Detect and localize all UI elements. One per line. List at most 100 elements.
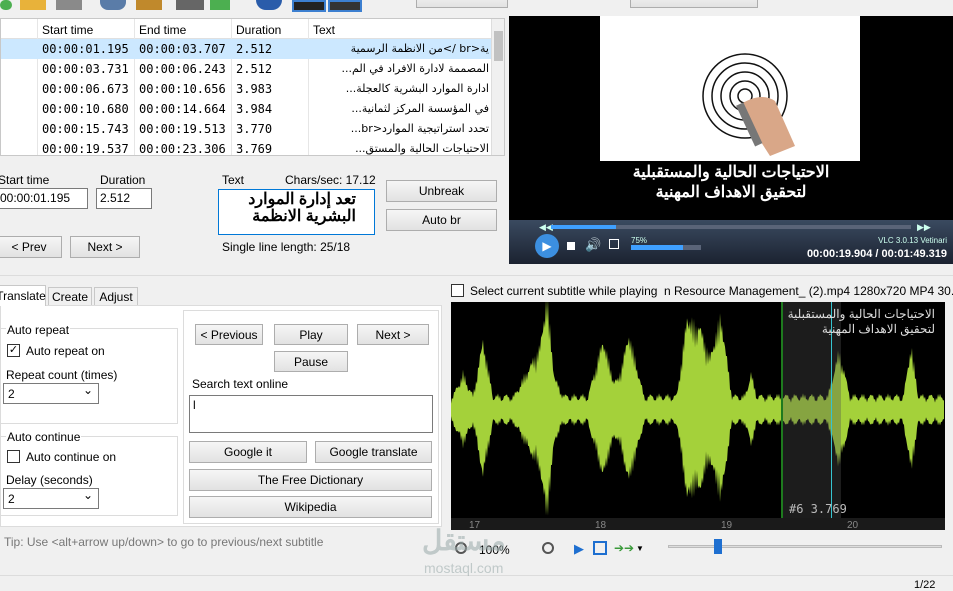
video-toggle-icon[interactable] [328, 0, 362, 12]
save-icon[interactable] [56, 0, 82, 10]
cell-start: 00:00:01.195 [42, 42, 129, 56]
table-row[interactable]: 00:00:01.195 00:00:03.707 2.512 ية<br />من … [1, 39, 491, 59]
header-duration[interactable]: Duration [236, 23, 281, 37]
unbreak-button[interactable]: Unbreak [386, 180, 497, 202]
subtitle-start-line[interactable] [781, 302, 783, 518]
tab-translate[interactable]: Translate [0, 285, 46, 306]
next-button[interactable]: Next > [70, 236, 140, 258]
slider-thumb[interactable] [714, 539, 722, 554]
ruler-20: 20 [847, 520, 859, 530]
select-current-label[interactable]: Select current subtitle while playing [470, 284, 657, 298]
fullscreen-icon[interactable] [609, 239, 619, 249]
forward-icon[interactable]: ▶▶ [917, 222, 931, 233]
forward-arrows-icon[interactable]: ➔➔ [614, 541, 634, 555]
translate-panel: Auto repeat ✓ Auto repeat on Repeat coun… [0, 305, 442, 527]
help-icon[interactable] [256, 0, 282, 10]
volume-icon[interactable]: 🔊 [585, 237, 601, 253]
tip-text: Tip: Use <alt+arrow up/down> to go to pr… [4, 535, 324, 549]
top-button-right[interactable] [630, 0, 758, 8]
search-online-label: Search text online [192, 377, 289, 391]
watermark-en: mostaql.com [424, 560, 504, 576]
video-caption-line-2: لتحقيق الاهداف المهنية [655, 184, 807, 201]
repeat-count-label: Repeat count (times) [6, 368, 118, 382]
table-row[interactable]: 00:00:19.537 00:00:23.306 3.769 الاحتياجات … [1, 139, 491, 156]
google-translate-button[interactable]: Google translate [315, 441, 432, 463]
previous-button[interactable]: < Previous [195, 324, 263, 345]
ruler-19: 19 [721, 520, 733, 530]
waveform-toggle-icon[interactable] [292, 0, 326, 12]
waveform[interactable]: الاحتياجات الحالية والمستقبلية لتحقيق ال… [451, 302, 945, 530]
tab-adjust[interactable]: Adjust [94, 287, 138, 306]
auto-continue-checkbox[interactable] [7, 450, 20, 463]
search-text-input[interactable]: l [189, 395, 433, 433]
video-controls: ◀◀ ▶▶ ▶ 🔊 75% VLC 3.0.13 Vetinari 00:00:… [509, 220, 953, 264]
start-time-field[interactable]: 00:00:01.195 [0, 188, 88, 209]
editor-panel: Start time 00:00:01.195 Duration 2.512 T… [0, 162, 507, 262]
text-label: Text [222, 173, 245, 187]
volume-slider[interactable] [631, 245, 701, 250]
subtitle-grid[interactable]: Start time End time Duration Text 00:00:… [0, 18, 505, 156]
video-player[interactable]: الاحتياجات الحالية والمستقبلية لتحقيق ال… [509, 16, 953, 264]
watermark-logo: مستقل mostaql.com [420, 524, 540, 578]
google-it-button[interactable]: Google it [189, 441, 307, 463]
tab-create[interactable]: Create [48, 287, 92, 306]
header-text[interactable]: Text [313, 23, 335, 37]
cell-start: 00:00:10.680 [42, 102, 129, 116]
table-row[interactable]: 00:00:15.743 00:00:19.513 3.770 تحدد استرات… [1, 119, 491, 139]
grid-icon[interactable] [593, 541, 607, 555]
stop-icon[interactable] [567, 242, 575, 250]
cell-text: ية<br />من الانظمة الرسمية [350, 42, 489, 55]
find-icon[interactable] [100, 0, 126, 10]
cell-text: تحدد استراتيجية الموارد<br... [350, 122, 489, 135]
chars-per-sec: Chars/sec: 17.12 [285, 173, 376, 187]
volume-level: 75% [631, 236, 648, 245]
auto-continue-on-label[interactable]: Auto continue on [26, 450, 116, 464]
delay-select[interactable]: 2 [3, 488, 99, 509]
properties-icon[interactable] [176, 0, 204, 10]
prev-button[interactable]: < Prev [0, 236, 62, 258]
cell-start: 00:00:19.537 [42, 142, 129, 156]
grid-header: Start time End time Duration Text [1, 19, 491, 39]
cell-end: 00:00:19.513 [139, 122, 226, 136]
subtitle-marker: #6 3.769 [789, 502, 847, 516]
duration-field[interactable]: 2.512 [96, 188, 152, 209]
auto-repeat-checkbox[interactable]: ✓ [7, 344, 20, 357]
replace-icon[interactable] [136, 0, 162, 10]
open-icon[interactable] [20, 0, 46, 10]
video-time: 00:00:19.904 / 00:01:49.319 [806, 248, 947, 260]
seek-bar[interactable] [551, 225, 911, 229]
table-row[interactable]: 00:00:03.731 00:00:06.243 2.512 المصممة لاد… [1, 59, 491, 79]
next-sub-button[interactable]: Next > [357, 324, 429, 345]
free-dictionary-button[interactable]: The Free Dictionary [189, 469, 432, 491]
pause-button[interactable]: Pause [274, 351, 348, 372]
wikipedia-button[interactable]: Wikipedia [189, 496, 432, 518]
header-end[interactable]: End time [139, 23, 186, 37]
auto-repeat-on-label[interactable]: Auto repeat on [26, 344, 105, 358]
cell-start: 00:00:15.743 [42, 122, 129, 136]
play-button[interactable]: Play [274, 324, 348, 345]
cell-start: 00:00:06.673 [42, 82, 129, 96]
cell-duration: 2.512 [236, 42, 273, 56]
position-slider[interactable] [668, 539, 942, 554]
header-start[interactable]: Start time [42, 23, 93, 37]
top-dropdown[interactable] [416, 0, 508, 8]
cell-end: 00:00:03.707 [139, 42, 226, 56]
cell-duration: 3.769 [236, 142, 273, 156]
repeat-count-select[interactable]: 2 [3, 383, 99, 404]
grid-scrollbar[interactable] [491, 19, 504, 155]
play-wave-icon[interactable]: ▶ [574, 541, 584, 557]
select-current-checkbox[interactable] [451, 284, 464, 297]
spell-check-icon[interactable] [210, 0, 230, 10]
cell-end: 00:00:23.306 [139, 142, 226, 156]
watermark-ar: مستقل [422, 525, 506, 556]
dropdown-arrow-icon[interactable]: ▼ [636, 544, 644, 553]
new-icon[interactable] [0, 0, 12, 10]
zoom-in-icon[interactable] [542, 542, 554, 554]
table-row[interactable]: 00:00:10.680 00:00:14.664 3.984 في المؤسسة … [1, 99, 491, 119]
duration-label: Duration [100, 173, 146, 187]
cell-end: 00:00:14.664 [139, 102, 226, 116]
auto-br-button[interactable]: Auto br [386, 209, 497, 231]
table-row[interactable]: 00:00:06.673 00:00:10.656 3.983 ادارة الموا… [1, 79, 491, 99]
play-icon[interactable]: ▶ [535, 234, 559, 258]
subtitle-text-editor[interactable]: تعد إدارة الموارد البشرية الانظمة [218, 189, 375, 235]
